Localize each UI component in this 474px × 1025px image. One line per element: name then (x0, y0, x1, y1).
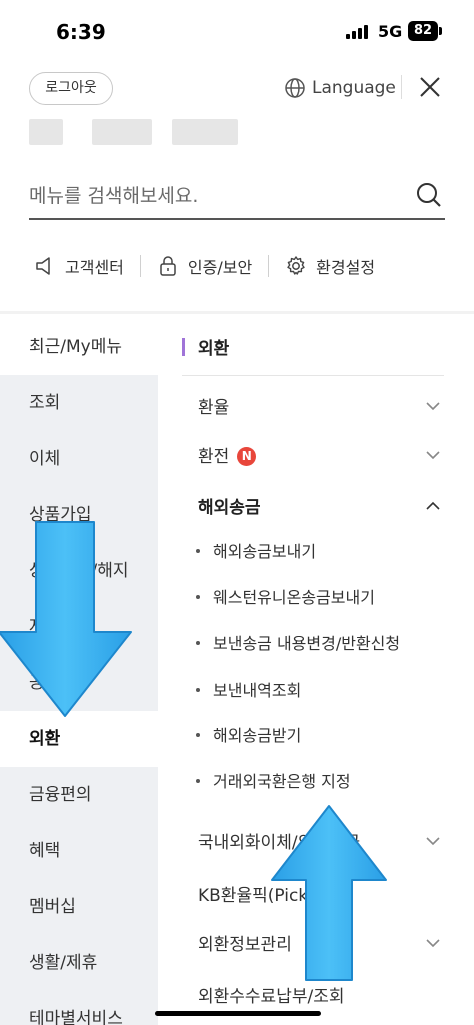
menu-row-fx-info[interactable]: 외환정보관리 (182, 920, 444, 964)
nav-item-convenience[interactable]: 금융편의 (0, 767, 158, 823)
chevron-down-icon (426, 939, 440, 948)
nav-item-theme[interactable]: 테마별서비스 (0, 991, 158, 1025)
nav-item-recent[interactable]: 최근/My메뉴 (0, 319, 158, 375)
customer-center-link[interactable]: 고객센터 (34, 254, 124, 278)
menu-row-label: 해외송금 (198, 498, 261, 518)
close-icon[interactable] (416, 73, 444, 101)
menu-row-exchange-rate[interactable]: 환율 (182, 383, 444, 427)
menu-row-label: 환율 (198, 398, 230, 418)
nav-item-inquiry[interactable]: 조회 (0, 375, 158, 431)
logout-button[interactable]: 로그아웃 (29, 72, 113, 105)
separator (139, 255, 141, 277)
panel-divider (182, 375, 444, 376)
nav-item-life[interactable]: 생활/제휴 (0, 935, 158, 991)
section-divider (0, 311, 474, 314)
submenu-western-union[interactable]: 웨스턴유니온송금보내기 (196, 584, 375, 614)
submenu-designate-bank[interactable]: 거래외국환은행 지정 (196, 768, 351, 798)
nav-item-utility[interactable]: 공과금 (0, 655, 158, 711)
status-time: 6:39 (56, 20, 106, 44)
menu-row-fx-fee[interactable]: 외환수수료납부/조회 (182, 972, 444, 1016)
submenu-send-remittance[interactable]: 해외송금보내기 (196, 538, 316, 568)
bullet (196, 779, 200, 783)
submenu-modify-return[interactable]: 보낸송금 내용변경/반환신청 (196, 630, 400, 660)
menu-row-overseas-remittance[interactable]: 해외송금 (182, 483, 444, 527)
bullet (196, 549, 200, 553)
new-badge: N (237, 447, 257, 466)
bullet (196, 688, 200, 692)
customer-center-label: 고객센터 (65, 258, 124, 277)
language-label: Language (312, 78, 396, 98)
menu-row-domestic-fx-transfer[interactable]: 국내외화이체/외화출금 (182, 818, 444, 862)
language-button[interactable]: Language (284, 74, 396, 102)
menu-row-label: 외환수수료납부/조회 (198, 987, 345, 1007)
settings-link[interactable]: 환경설정 (285, 254, 375, 278)
nav-item-forex[interactable]: 외환 (0, 711, 158, 767)
globe-icon (285, 78, 305, 98)
menu-row-currency-exchange[interactable]: 환전 N (182, 432, 444, 476)
blurred-user-info (29, 119, 63, 145)
nav-item-transfer[interactable]: 이체 (0, 431, 158, 487)
signal-icon (346, 25, 368, 39)
gear-icon (287, 256, 305, 275)
menu-row-label: 환전 N (198, 442, 257, 467)
chevron-up-icon (426, 501, 440, 510)
chevron-down-icon (426, 837, 440, 846)
nav-item-benefits[interactable]: 혜택 (0, 823, 158, 879)
menu-row-label: 외환정보관리 (198, 935, 292, 955)
header-divider (401, 75, 402, 99)
search-input[interactable] (29, 176, 399, 216)
nav-item-product-signup[interactable]: 상품가입 (0, 487, 158, 543)
bullet (196, 733, 200, 737)
auth-security-label: 인증/보안 (187, 258, 253, 277)
panel-title-accent (182, 338, 185, 356)
megaphone-icon (36, 257, 50, 275)
menu-row-kb-rate-pick[interactable]: KB환율픽(Pick) (182, 871, 444, 915)
bullet (196, 595, 200, 599)
network-type: 5G (378, 22, 403, 41)
battery-icon: 82 (408, 21, 438, 41)
quick-links: 고객센터 인증/보안 환경설정 (34, 250, 444, 282)
settings-label: 환경설정 (316, 258, 376, 277)
lock-icon (160, 256, 176, 276)
bullet (196, 641, 200, 645)
panel-title: 외환 (198, 339, 230, 359)
home-indicator (155, 1011, 321, 1016)
chevron-down-icon (426, 451, 440, 460)
battery-tip (439, 27, 442, 35)
nav-item-membership[interactable]: 멤버십 (0, 879, 158, 935)
search-icon[interactable] (415, 181, 443, 209)
submenu-sent-history[interactable]: 보낸내역조회 (196, 677, 301, 707)
left-category-nav: 최근/My메뉴 조회 이체 상품가입 상품관리/해지 자산관리 공과금 외환 금… (0, 319, 158, 1025)
separator (268, 255, 270, 277)
search-bar (29, 174, 445, 220)
nav-item-asset[interactable]: 자산관리 (0, 599, 158, 655)
auth-security-link[interactable]: 인증/보안 (157, 254, 252, 278)
blurred-user-info (172, 119, 238, 145)
menu-row-label: 국내외화이체/외화출금 (198, 833, 361, 853)
menu-row-label: KB환율픽(Pick) (198, 886, 315, 906)
nav-item-product-manage[interactable]: 상품관리/해지 (0, 543, 158, 599)
status-bar: 6:39 5G 82 (0, 0, 474, 62)
blurred-user-info (92, 119, 152, 145)
submenu-receive-remittance[interactable]: 해외송금받기 (196, 722, 301, 752)
chevron-down-icon (426, 402, 440, 411)
